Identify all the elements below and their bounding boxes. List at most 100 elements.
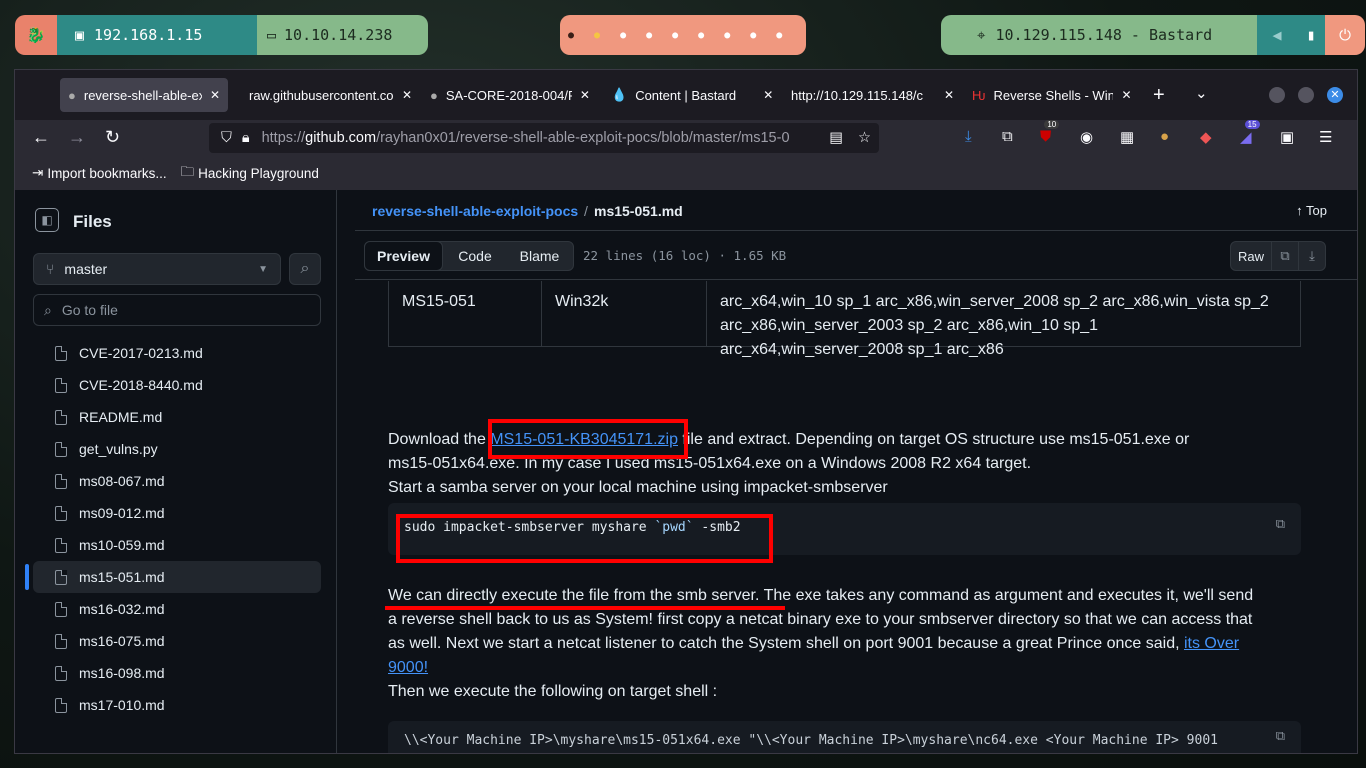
tab-title: SA-CORE-2018-004/README (445, 87, 572, 103)
search-icon: ⌕ (44, 301, 52, 318)
copy-raw-icon[interactable]: ⧉ (1271, 241, 1299, 271)
ublock-icon[interactable]: ⛊ 10 (1040, 120, 1060, 145)
workspace-dot[interactable]: ● (620, 30, 626, 41)
file-item[interactable]: ms16-075.md (33, 625, 321, 657)
workspace-dot[interactable]: ● (568, 30, 574, 41)
import-icon[interactable]: ⇥ (32, 165, 43, 181)
bookmark-star-icon[interactable]: ☆ (858, 130, 871, 146)
close-icon[interactable]: ✕ (944, 88, 954, 102)
file-item[interactable]: ms16-098.md (33, 657, 321, 689)
close-icon[interactable]: ✕ (763, 88, 773, 102)
tab-bastard[interactable]: 💧 Content | Bastard ✕ (603, 78, 781, 112)
tab-github[interactable]: ● reverse-shell-able-exploit-pocs ✕ (60, 78, 228, 112)
close-window-button[interactable]: ✕ (1327, 87, 1343, 103)
branch-select[interactable]: ⑂ master ▼ (33, 253, 281, 285)
downloads-icon[interactable]: ⤓ (965, 128, 972, 145)
file-name: ms08-067.md (79, 473, 165, 489)
its-over-link-cont[interactable]: 9000! (388, 659, 428, 676)
download-icon[interactable]: ⤓ (1298, 241, 1326, 271)
kali-menu-button[interactable]: 🐉 (15, 15, 57, 55)
file-item[interactable]: ms17-010.md (33, 689, 321, 721)
workspace-dot[interactable]: ● (724, 30, 730, 41)
shield-icon[interactable]: ⛉ (221, 130, 232, 146)
reload-button[interactable]: ↻ (105, 127, 120, 148)
tab-code[interactable]: Code (445, 241, 505, 271)
go-to-file-input[interactable]: ⌕ Go to file (33, 294, 321, 326)
search-button[interactable]: ⌕ (289, 253, 321, 285)
code-text: -smb2 (693, 520, 741, 535)
its-over-link[interactable]: its Over (1184, 635, 1239, 652)
tab-raw[interactable]: raw.githubusercontent.com ✕ (241, 78, 420, 112)
execution-paragraph: We can directly execute the file from th… (388, 584, 1298, 704)
tab-list-button[interactable]: ⌄ (1195, 84, 1208, 102)
maximize-button[interactable] (1298, 87, 1314, 103)
forward-button[interactable]: → (68, 127, 86, 148)
workspace-dot[interactable]: ● (646, 30, 652, 41)
file-item[interactable]: CVE-2018-8440.md (33, 369, 321, 401)
copy-icon[interactable]: ⧉ (1276, 729, 1285, 744)
hackbar-icon[interactable]: ◆ (1200, 128, 1212, 146)
close-icon[interactable]: ✕ (210, 88, 220, 102)
github-icon: ● (68, 87, 76, 103)
file-item[interactable]: ms10-059.md (33, 529, 321, 561)
folder-icon[interactable]: 🗀 (181, 162, 195, 185)
extensions-icon[interactable]: ⧉ (1002, 128, 1013, 145)
workspace-dot[interactable]: ● (594, 30, 600, 41)
back-button[interactable]: ← (32, 127, 50, 148)
new-tab-button[interactable]: + (1153, 84, 1165, 107)
volume-icon[interactable]: ◀ (1257, 15, 1297, 55)
tab-ip[interactable]: http://10.129.115.148/c ✕ (783, 78, 962, 112)
tab-blame[interactable]: Blame (508, 241, 571, 271)
cookie-icon[interactable]: ● (1160, 128, 1169, 145)
copy-icon[interactable]: ⧉ (1276, 517, 1285, 532)
close-icon[interactable]: ✕ (580, 88, 590, 102)
top-button[interactable]: ↑ Top (1296, 203, 1327, 218)
bookmark-import[interactable]: Import bookmarks... (47, 166, 166, 181)
qr-icon[interactable]: ▦ (1120, 128, 1134, 146)
file-item[interactable]: ms09-012.md (33, 497, 321, 529)
file-item[interactable]: get_vulns.py (33, 433, 321, 465)
code-line: \\<Your Machine IP>\myshare\ms15-051x64.… (404, 733, 1218, 748)
workspace-switcher[interactable]: ● ● ● ● ● ● ● ● ● (560, 15, 806, 55)
sidebar-toggle-icon[interactable]: ◧ (35, 208, 59, 232)
text: file and extract. Depending on target OS… (677, 431, 1190, 448)
container-icon[interactable]: ▣ (1280, 128, 1294, 146)
download-paragraph: Download the MS15-051-KB3045171.zip file… (388, 428, 1298, 500)
vpn-ip: 10.10.14.238 (284, 26, 393, 44)
tab-preview[interactable]: Preview (364, 241, 443, 271)
cell-component: Win32k (542, 281, 707, 346)
breadcrumb-repo[interactable]: reverse-shell-able-exploit-pocs (372, 203, 578, 219)
menu-icon[interactable]: ☰ (1319, 128, 1332, 146)
wappalyzer-icon[interactable]: ◢ 15 (1240, 120, 1260, 146)
text: Then we execute the following on target … (388, 683, 718, 700)
file-icon (55, 473, 67, 489)
file-item[interactable]: ms16-032.md (33, 593, 321, 625)
minimize-button[interactable] (1269, 87, 1285, 103)
raw-button[interactable]: Raw (1230, 241, 1272, 271)
file-icon (55, 409, 67, 425)
file-item[interactable]: README.md (33, 401, 321, 433)
url-bar[interactable]: ⛉ 🔒︎ https://github.com/rayhan0x01/rever… (209, 123, 879, 153)
file-name: CVE-2018-8440.md (79, 377, 203, 393)
power-icon[interactable]: ⏻ (1325, 15, 1365, 55)
file-item[interactable]: ms08-067.md (33, 465, 321, 497)
file-name: ms10-059.md (79, 537, 165, 553)
spy-icon[interactable]: ◉ (1080, 128, 1093, 146)
close-icon[interactable]: ✕ (1121, 88, 1131, 102)
workspace-dot[interactable]: ● (750, 30, 756, 41)
workspace-dot[interactable]: ● (672, 30, 678, 41)
file-item[interactable]: ms15-051.md (25, 561, 321, 593)
file-item[interactable]: CVE-2017-0213.md (33, 337, 321, 369)
bookmarks-bar: ⇥ Import bookmarks... 🗀 Hacking Playgrou… (15, 156, 1357, 190)
zip-download-link[interactable]: MS15-051-KB3045171.zip (490, 431, 678, 448)
revshell-icon: Ƕ (972, 87, 986, 103)
bookmark-hacking-playground[interactable]: Hacking Playground (198, 166, 319, 181)
tab-revshells[interactable]: Ƕ Reverse Shells - Win ✕ (964, 78, 1140, 112)
workspace-dot[interactable]: ● (776, 30, 782, 41)
tab-sa-core[interactable]: ● SA-CORE-2018-004/README ✕ (422, 78, 598, 112)
reader-icon[interactable]: ▤ (829, 130, 843, 146)
workspace-dot[interactable]: ● (698, 30, 704, 41)
file-name: ms15-051.md (79, 569, 165, 585)
lock-icon[interactable]: 🔒︎ (242, 130, 250, 146)
close-icon[interactable]: ✕ (402, 88, 412, 102)
